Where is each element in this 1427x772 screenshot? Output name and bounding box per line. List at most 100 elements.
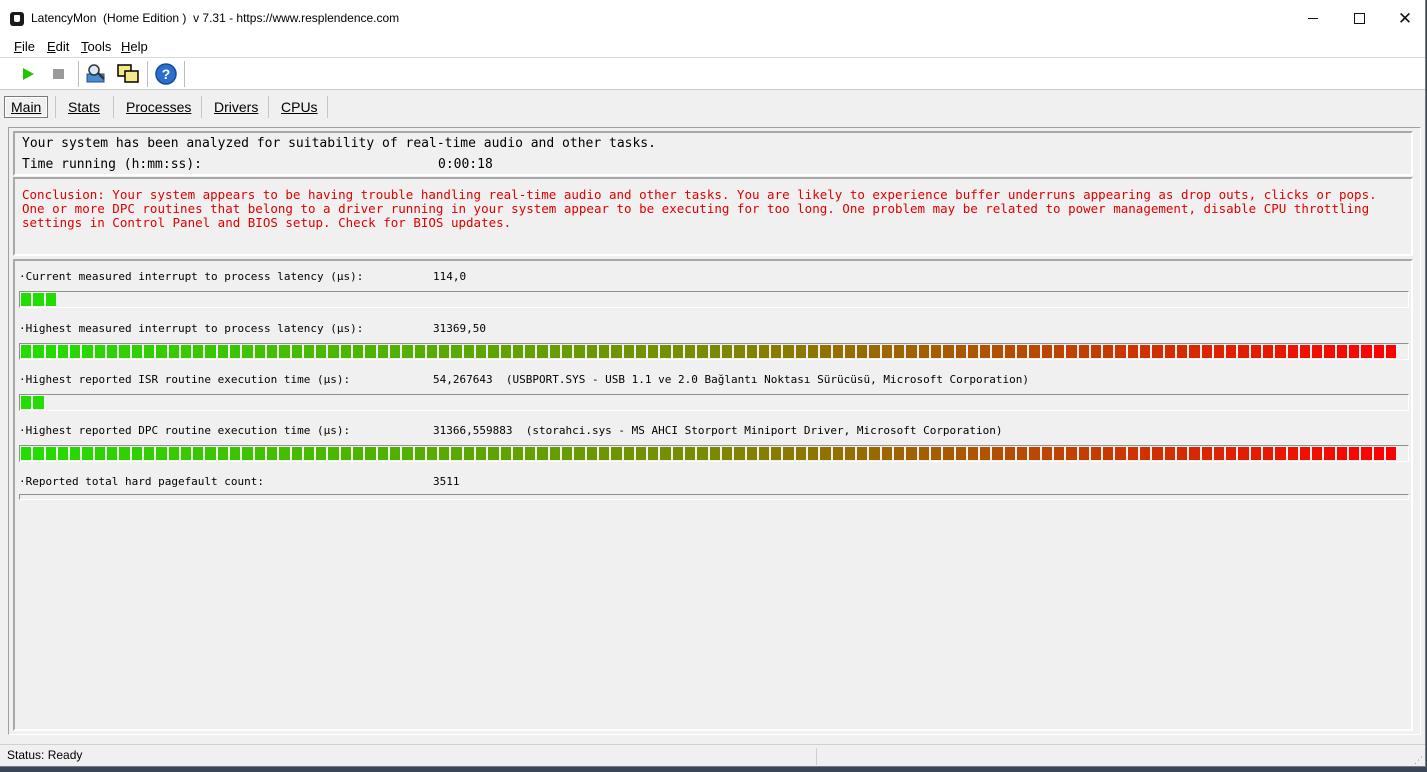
help-button[interactable]: ? [154,62,178,86]
main-panel: Your system has been analyzed for suitab… [8,127,1421,735]
meter-segment [1238,345,1251,358]
meter-segment [1103,345,1116,358]
meter-segment [1115,345,1128,358]
meter-segment [279,447,292,460]
meter-segment [758,345,772,358]
meter-segment [107,447,120,460]
metrics-group: ·Current measured interrupt to process l… [13,259,1413,731]
tab-cpus[interactable]: CPUs [275,96,324,118]
windows-button[interactable] [116,62,140,86]
app-window: LatencyMon (Home Edition ) v 7.31 - http… [0,0,1426,767]
close-button[interactable]: ✕ [1382,0,1425,37]
meter-segment [795,447,808,460]
meter-segment [143,345,157,358]
maximize-button[interactable] [1336,0,1382,37]
meter-segment [193,447,206,460]
meter-segment [426,345,440,358]
meter-segment [1176,345,1190,358]
pagefault-bar [19,494,1409,500]
meter-segment [1041,447,1054,460]
meter-segment [21,447,34,460]
meter-segment [709,447,722,460]
meter-segment [721,447,735,460]
menu-tools[interactable]: Tools [81,39,111,54]
windows-icon [117,64,139,83]
meter-segment [1103,447,1116,460]
meter-segment [709,345,722,358]
tab-cpus-label: CPUs [281,99,318,115]
highest-dpc-meter [19,445,1409,462]
tab-main[interactable]: Main [4,96,49,118]
menu-tools-label: ools [87,39,112,54]
menu-file[interactable]: File [14,39,35,54]
minimize-icon [1308,18,1318,19]
meter-segment [254,447,267,460]
meter-segment [881,447,895,460]
meter-segment [1250,345,1263,358]
meter-segment [881,345,895,358]
meter-segment [598,447,612,460]
meter-segment [660,345,673,358]
latencymon-app-icon[interactable] [10,12,24,26]
meter-segment [562,345,575,358]
meter-segment [611,447,624,460]
meter-segment [463,345,476,358]
resize-grip-icon[interactable]: ⋰ [1414,756,1423,765]
meter-segment [1349,345,1362,358]
highest-isr-value: 54,267643 (USBPORT.SYS - USB 1.1 ve 2.0 … [433,373,1030,386]
tab-drivers[interactable]: Drivers [208,96,264,118]
meter-segment [500,447,513,460]
title-bar[interactable]: LatencyMon (Home Edition ) v 7.31 - http… [0,0,1425,37]
tab-separator [201,96,202,118]
meter-segment [783,447,796,460]
meter-segment [758,447,772,460]
tab-stats[interactable]: Stats [62,96,106,118]
meter-segment [820,447,833,460]
start-button[interactable] [16,62,40,86]
tab-main-label: Main [11,99,42,115]
meter-segment [574,447,587,460]
meter-segment [414,345,427,358]
tab-processes[interactable]: Processes [120,96,197,118]
meter-segment [672,345,686,358]
meter-segment [820,345,833,358]
meter-segment [389,345,403,358]
meter-segment [1090,447,1104,460]
meter-segment [500,345,513,358]
meter-segment [1336,447,1350,460]
meter-segment [635,345,649,358]
tab-separator [268,96,269,118]
menu-file-label: ile [21,39,35,54]
meter-segment [1078,345,1091,358]
stop-button[interactable] [47,62,71,86]
meter-segment [980,447,993,460]
meter-segment [771,447,784,460]
meter-segment [365,345,378,358]
analyze-button[interactable] [84,62,108,86]
menu-help[interactable]: Help [121,39,148,54]
menu-edit[interactable]: Edit [47,39,69,54]
meter-segment [869,447,882,460]
meter-segment [242,345,255,358]
meter-segment [1176,447,1190,460]
meter-segment [1053,447,1067,460]
meter-segment [1361,345,1374,358]
tab-separator [327,96,328,118]
window-title: LatencyMon (Home Edition ) v 7.31 - http… [31,11,400,25]
meter-segment [734,345,747,358]
meter-segment [70,447,83,460]
meter-segment [33,345,46,358]
meter-segment [242,447,255,460]
meter-segment [1373,345,1386,358]
meter-segment [1140,345,1153,358]
menu-help-accel: H [121,39,131,54]
meter-segment [894,447,907,460]
meter-segment [1152,447,1165,460]
minimize-button[interactable] [1290,0,1336,37]
meter-segment [635,447,649,460]
meter-segment [611,345,624,358]
toolbar-separator [184,61,185,87]
meter-segment [918,447,931,460]
meter-segment [1164,345,1177,358]
pagefault-value: 3511 [433,475,460,488]
